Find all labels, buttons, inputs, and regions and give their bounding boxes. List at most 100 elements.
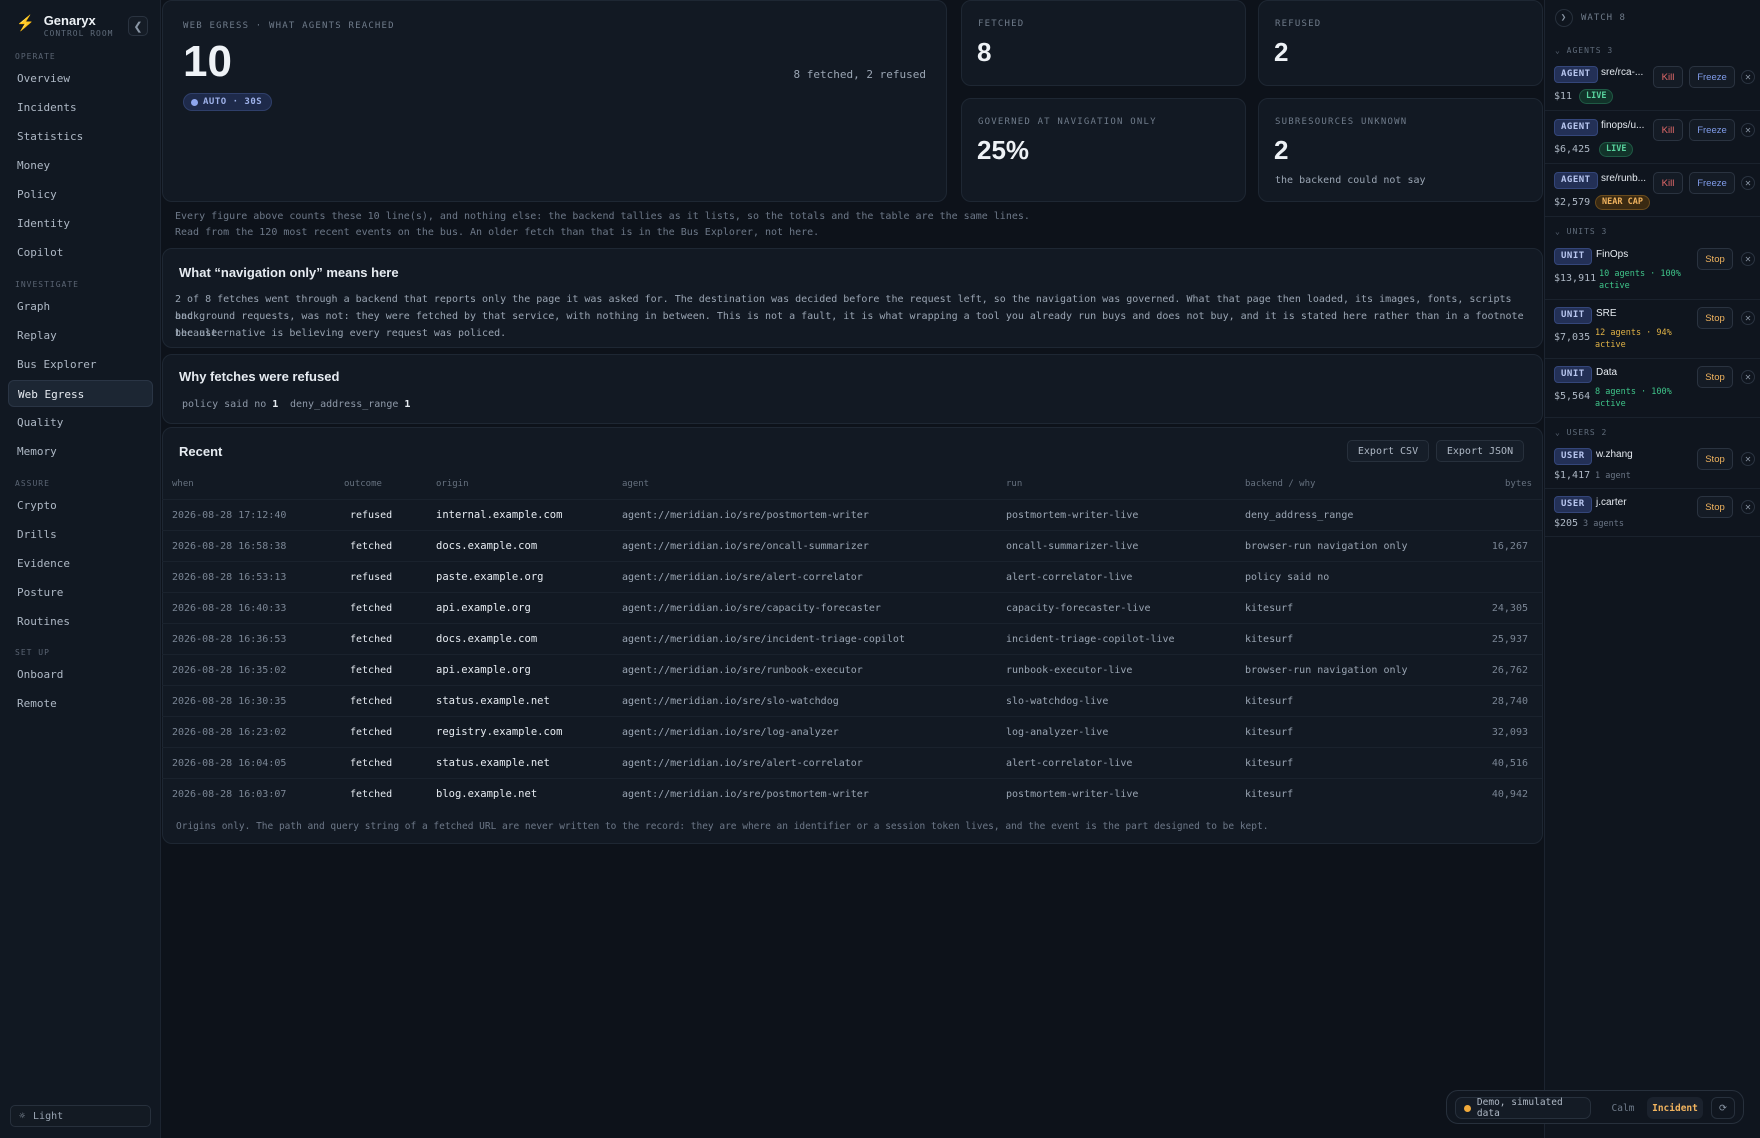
stop-button[interactable]: Stop [1697, 366, 1733, 388]
nav-item-quality[interactable]: Quality [8, 409, 153, 436]
user-entry[interactable]: USER j.carter Stop ✕ $205 3 agents [1545, 496, 1760, 537]
nav-item-identity[interactable]: Identity [8, 210, 153, 237]
kpi-governed: GOVERNED AT NAVIGATION ONLY 25% [961, 98, 1246, 202]
nav-item-onboard[interactable]: Onboard [8, 661, 153, 688]
cell-run: incident-triage-copilot-live [1006, 634, 1175, 645]
nav-item-money[interactable]: Money [8, 152, 153, 179]
table-row[interactable]: 2026-08-28 16:40:33 fetched api.example.… [162, 592, 1542, 623]
nav-item-evidence[interactable]: Evidence [8, 550, 153, 577]
close-icon[interactable]: ✕ [1741, 500, 1755, 514]
refresh-icon[interactable]: ⟳ [1711, 1097, 1735, 1119]
agent-entry[interactable]: AGENT sre/rca-... Kill Freeze ✕ $11 LIVE [1545, 66, 1760, 111]
status-badge: NEAR CAP [1595, 195, 1650, 210]
table-row[interactable]: 2026-08-28 16:35:02 fetched api.example.… [162, 654, 1542, 685]
users-group-header[interactable]: ⌄ USERS 2 [1555, 428, 1607, 437]
column-header-when[interactable]: when [172, 479, 194, 489]
nav-item-copilot[interactable]: Copilot [8, 239, 153, 266]
agent-money: $11 [1554, 91, 1573, 102]
column-header-origin[interactable]: origin [436, 479, 469, 489]
agent-name: finops/u... [1601, 120, 1645, 131]
agents-group-header[interactable]: ⌄ AGENTS 3 [1555, 46, 1613, 55]
nav-item-bus-explorer[interactable]: Bus Explorer [8, 351, 153, 378]
nav-item-remote[interactable]: Remote [8, 690, 153, 717]
cell-when: 2026-08-28 16:04:05 [172, 758, 287, 769]
unit-stat: 8 agents · 100% [1595, 387, 1672, 397]
cell-outcome: refused [350, 510, 393, 521]
nav-item-policy[interactable]: Policy [8, 181, 153, 208]
table-row[interactable]: 2026-08-28 16:36:53 fetched docs.example… [162, 623, 1542, 654]
table-row[interactable]: 2026-08-28 16:30:35 fetched status.examp… [162, 685, 1542, 716]
nav-item-crypto[interactable]: Crypto [8, 492, 153, 519]
user-agent-count: 3 agents [1583, 519, 1624, 529]
freeze-button[interactable]: Freeze [1689, 66, 1735, 88]
freeze-button[interactable]: Freeze [1689, 119, 1735, 141]
stop-button[interactable]: Stop [1697, 448, 1733, 470]
theme-toggle-button[interactable]: ☼ Light [10, 1105, 151, 1127]
column-header-run[interactable]: run [1006, 479, 1022, 489]
nav-item-web-egress[interactable]: Web Egress [8, 380, 153, 407]
export-json-button[interactable]: Export JSON [1436, 440, 1524, 462]
table-row[interactable]: 2026-08-28 16:53:13 refused paste.exampl… [162, 561, 1542, 592]
incident-mode-button[interactable]: Incident [1647, 1097, 1703, 1119]
nav-item-drills[interactable]: Drills [8, 521, 153, 548]
cell-origin: api.example.org [436, 664, 531, 676]
cell-agent: agent://meridian.io/sre/runbook-executor [622, 665, 863, 676]
stop-button[interactable]: Stop [1697, 496, 1733, 518]
column-header-agent[interactable]: agent [622, 479, 649, 489]
nav-group-operate: OPERATE [15, 52, 56, 61]
nav-item-statistics[interactable]: Statistics [8, 123, 153, 150]
kill-button[interactable]: Kill [1653, 119, 1683, 141]
table-row[interactable]: 2026-08-28 17:12:40 refused internal.exa… [162, 499, 1542, 530]
unit-entry[interactable]: UNIT SRE Stop ✕ $7,035 12 agents · 94% a… [1545, 307, 1760, 359]
cell-backend: deny_address_range [1245, 510, 1354, 521]
column-header-bytes[interactable]: bytes [1505, 479, 1532, 489]
unit-money: $13,911 [1554, 273, 1597, 284]
cell-bytes: 25,937 [1491, 634, 1528, 645]
freeze-button[interactable]: Freeze [1689, 172, 1735, 194]
collapse-sidebar-button[interactable]: ❮ [128, 16, 148, 36]
auto-refresh-chip[interactable]: AUTO · 30S [183, 93, 273, 111]
agent-name: sre/rca-... [1601, 67, 1644, 78]
unit-entry[interactable]: UNIT FinOps Stop ✕ $13,911 10 agents · 1… [1545, 248, 1760, 300]
nav-item-memory[interactable]: Memory [8, 438, 153, 465]
cell-when: 2026-08-28 16:35:02 [172, 665, 287, 676]
hero-label: WEB EGRESS · WHAT AGENTS REACHED [183, 21, 395, 31]
agent-entry[interactable]: AGENT sre/runb... Kill Freeze ✕ $2,579 N… [1545, 172, 1760, 217]
agent-name: sre/runb... [1601, 173, 1647, 184]
nav-item-incidents[interactable]: Incidents [8, 94, 153, 121]
theme-label: Light [33, 1110, 64, 1122]
cell-agent: agent://meridian.io/sre/postmortem-write… [622, 510, 869, 521]
table-row[interactable]: 2026-08-28 16:23:02 fetched registry.exa… [162, 716, 1542, 747]
chevron-right-icon[interactable]: ❯ [1555, 9, 1573, 27]
cell-bytes: 32,093 [1491, 727, 1528, 738]
stop-button[interactable]: Stop [1697, 248, 1733, 270]
close-icon[interactable]: ✕ [1741, 370, 1755, 384]
unit-entry[interactable]: UNIT Data Stop ✕ $5,564 8 agents · 100% … [1545, 366, 1760, 418]
export-csv-button[interactable]: Export CSV [1347, 440, 1429, 462]
nav-item-replay[interactable]: Replay [8, 322, 153, 349]
table-row[interactable]: 2026-08-28 16:04:05 fetched status.examp… [162, 747, 1542, 778]
close-icon[interactable]: ✕ [1741, 176, 1755, 190]
nav-item-graph[interactable]: Graph [8, 293, 153, 320]
calm-mode-button[interactable]: Calm [1601, 1097, 1645, 1119]
units-group-header[interactable]: ⌄ UNITS 3 [1555, 227, 1607, 236]
chevron-down-icon: ⌄ [1555, 227, 1561, 236]
agent-entry[interactable]: AGENT finops/u... Kill Freeze ✕ $6,425 L… [1545, 119, 1760, 164]
column-header-backend[interactable]: backend / why [1245, 479, 1315, 489]
nav-item-overview[interactable]: Overview [8, 65, 153, 92]
kill-button[interactable]: Kill [1653, 172, 1683, 194]
user-entry[interactable]: USER w.zhang Stop ✕ $1,417 1 agent [1545, 448, 1760, 489]
kill-button[interactable]: Kill [1653, 66, 1683, 88]
stop-button[interactable]: Stop [1697, 307, 1733, 329]
close-icon[interactable]: ✕ [1741, 252, 1755, 266]
close-icon[interactable]: ✕ [1741, 123, 1755, 137]
nav-item-routines[interactable]: Routines [8, 608, 153, 635]
table-row[interactable]: 2026-08-28 16:58:38 fetched docs.example… [162, 530, 1542, 561]
close-icon[interactable]: ✕ [1741, 311, 1755, 325]
table-row[interactable]: 2026-08-28 16:03:07 fetched blog.example… [162, 778, 1542, 809]
watch-header: ❯ WATCH 8 [1555, 9, 1626, 27]
nav-item-posture[interactable]: Posture [8, 579, 153, 606]
close-icon[interactable]: ✕ [1741, 70, 1755, 84]
close-icon[interactable]: ✕ [1741, 452, 1755, 466]
column-header-outcome[interactable]: outcome [344, 479, 382, 489]
